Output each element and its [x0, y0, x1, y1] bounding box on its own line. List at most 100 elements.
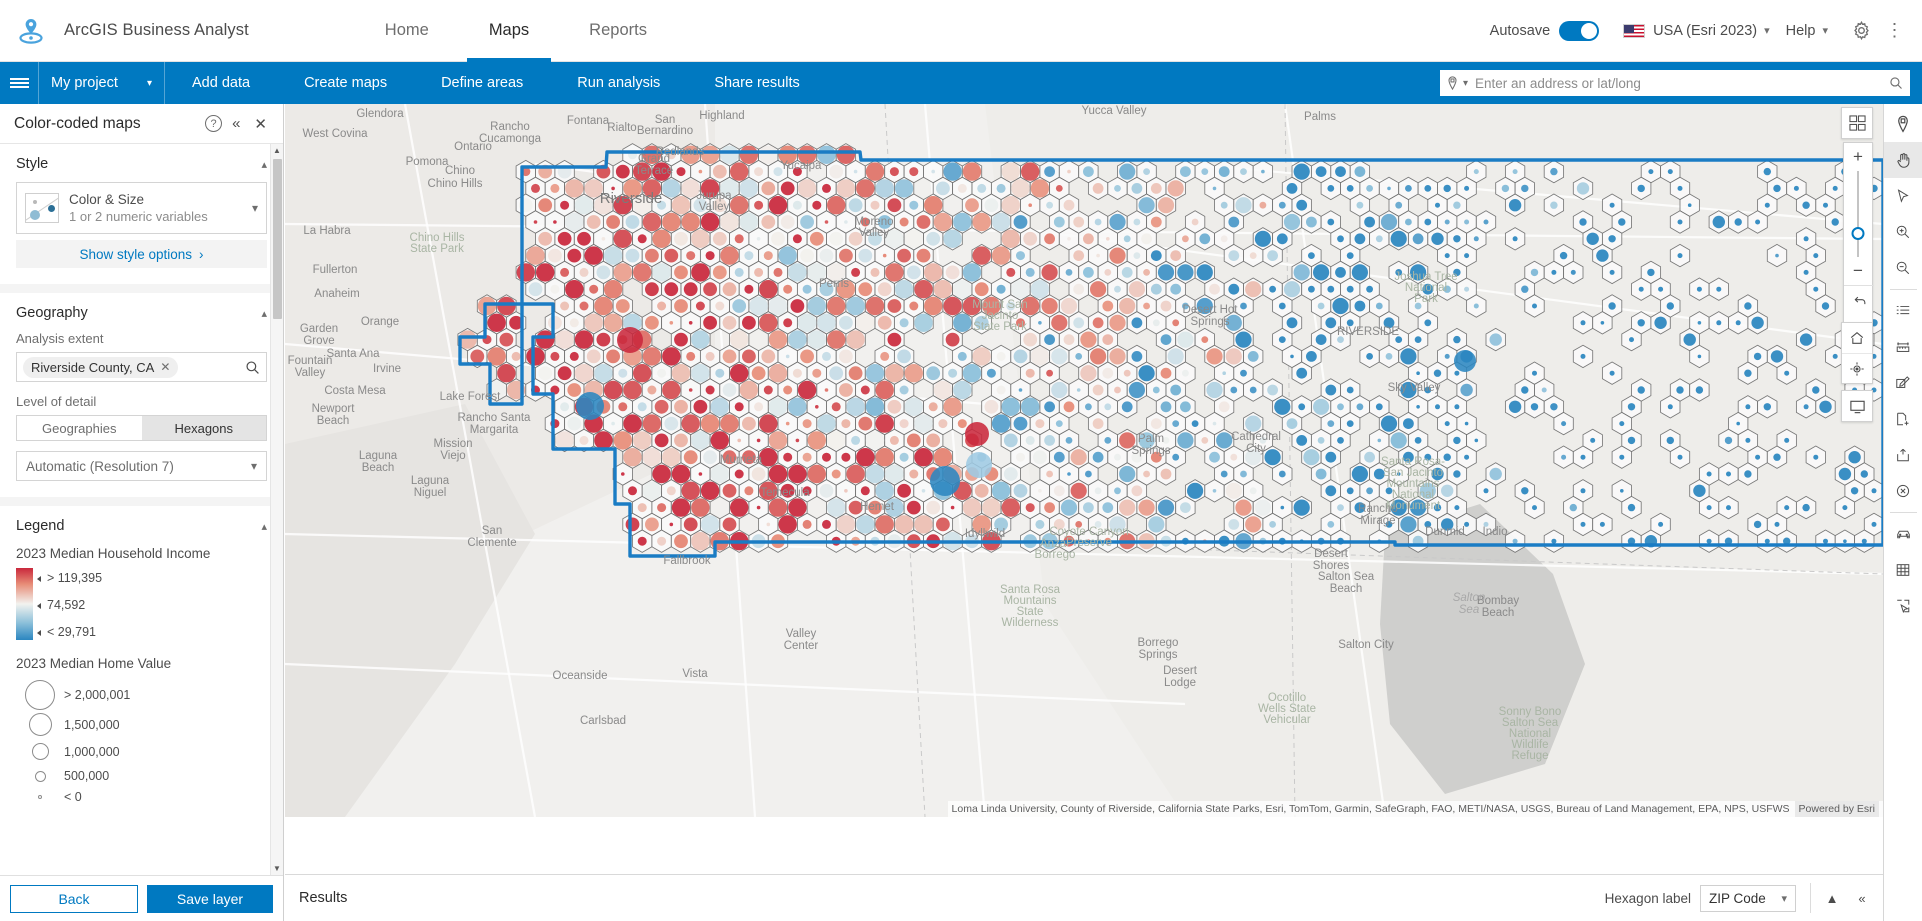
- close-icon[interactable]: ✕: [250, 115, 271, 133]
- zoom-slider-widget[interactable]: + −: [1843, 142, 1873, 346]
- share-export-icon[interactable]: [1884, 437, 1922, 473]
- home-extent-button[interactable]: [1841, 322, 1873, 384]
- chevron-down-icon-project: ▾: [147, 78, 152, 89]
- save-layer-button[interactable]: Save layer: [147, 885, 273, 913]
- magnifier-icon[interactable]: [1889, 76, 1903, 90]
- panel-scrollbar[interactable]: ▲ ▼: [270, 144, 283, 875]
- map-view[interactable]: GlendoraRanchoCucamongaFontanaRialtoSanB…: [285, 104, 1883, 817]
- collapse-left-icon[interactable]: «: [228, 115, 244, 132]
- chevron-down-icon-country[interactable]: ▾: [1764, 24, 1770, 37]
- map-label: Grand: [638, 153, 670, 165]
- basemap-gallery-button[interactable]: [1841, 107, 1873, 139]
- autosave-toggle[interactable]: [1559, 21, 1599, 41]
- map-label: Park: [1414, 293, 1438, 305]
- legend-size-row: 500,000: [16, 765, 267, 787]
- nav-item-reports[interactable]: Reports: [559, 0, 677, 62]
- size-swatch: [35, 771, 46, 782]
- select-arrow-icon[interactable]: [1884, 178, 1922, 214]
- subnav-add-data[interactable]: Add data: [165, 62, 277, 104]
- kebab-menu-icon[interactable]: ⋮: [1878, 14, 1912, 48]
- right-tool-rail: [1883, 104, 1922, 921]
- show-style-options-button[interactable]: Show style options ›: [16, 240, 267, 268]
- map-label: Borrego: [1035, 549, 1076, 561]
- screen-icon: [1842, 391, 1872, 421]
- map-label: Viejo: [440, 450, 465, 462]
- zoom-in-button[interactable]: +: [1844, 143, 1872, 171]
- zoom-track[interactable]: [1844, 171, 1872, 257]
- map-label: Murrieta: [720, 454, 762, 466]
- locate-icon[interactable]: [1842, 353, 1872, 383]
- map-label: Valley: [859, 227, 889, 239]
- chevron-down-icon-help[interactable]: ▾: [1822, 24, 1828, 37]
- pan-hand-icon[interactable]: [1884, 142, 1922, 178]
- map-label: Ontario: [454, 141, 492, 153]
- clear-icon[interactable]: [1884, 473, 1922, 509]
- analysis-extent-input[interactable]: Riverside County, CA ✕: [16, 352, 267, 382]
- zoom-out-button[interactable]: −: [1844, 257, 1872, 285]
- drive-time-icon[interactable]: [1884, 516, 1922, 552]
- search-extent-icon[interactable]: [245, 360, 260, 375]
- search-input[interactable]: [1473, 75, 1884, 92]
- level-of-detail-label: Level of detail: [16, 394, 267, 409]
- zoom-out-icon[interactable]: [1884, 250, 1922, 286]
- measure-icon[interactable]: [1884, 329, 1922, 365]
- subnav-share-results[interactable]: Share results: [687, 62, 826, 104]
- remove-chip-icon[interactable]: ✕: [160, 360, 170, 374]
- country-selector-label[interactable]: USA (Esri 2023): [1653, 23, 1757, 39]
- scrollbar-thumb[interactable]: [273, 159, 282, 319]
- scroll-down-arrow-icon[interactable]: ▼: [271, 862, 283, 875]
- chevron-up-icon-style[interactable]: ▴: [261, 158, 267, 171]
- subnav-define-areas[interactable]: Define areas: [414, 62, 550, 104]
- draw-edit-icon[interactable]: [1884, 365, 1922, 401]
- undo-icon[interactable]: [1844, 285, 1874, 315]
- resolution-select[interactable]: Automatic (Resolution 7) ▾: [16, 451, 267, 481]
- chevron-up-icon-legend[interactable]: ▴: [261, 520, 267, 533]
- question-circle-icon[interactable]: ?: [205, 115, 222, 132]
- map-label: Hemet: [860, 501, 894, 513]
- chevron-down-icon-search-type[interactable]: ▾: [1463, 78, 1468, 89]
- map-label: Lodge: [1164, 677, 1196, 689]
- chevron-down-icon-style-card[interactable]: ▾: [252, 201, 258, 215]
- select-region-icon[interactable]: [1884, 588, 1922, 624]
- add-layer-icon[interactable]: [1884, 401, 1922, 437]
- main-nav: Home Maps Reports: [355, 0, 677, 62]
- map-label: Vehicular: [1263, 714, 1310, 726]
- nav-item-maps[interactable]: Maps: [459, 0, 559, 62]
- fullscreen-button[interactable]: [1841, 390, 1873, 422]
- scroll-up-arrow-icon[interactable]: ▲: [271, 144, 283, 157]
- back-button[interactable]: Back: [10, 885, 138, 913]
- color-ramp-swatch: [16, 568, 33, 640]
- location-pin-icon[interactable]: [1447, 76, 1458, 90]
- style-card-subtitle: 1 or 2 numeric variables: [69, 209, 252, 224]
- map-label: State Park: [410, 243, 464, 255]
- segment-geographies[interactable]: Geographies: [17, 416, 142, 440]
- legend-list-icon[interactable]: [1884, 293, 1922, 329]
- segment-hexagons[interactable]: Hexagons: [142, 416, 267, 440]
- zoom-knob[interactable]: [1852, 227, 1865, 240]
- size-swatch: [32, 743, 49, 760]
- hexagon-label-select[interactable]: ZIP Code ▾: [1700, 885, 1796, 912]
- collapse-right-icon[interactable]: «: [1847, 883, 1877, 913]
- style-card[interactable]: Color & Size 1 or 2 numeric variables ▾: [16, 182, 267, 234]
- map-label: Terrace: [635, 165, 673, 177]
- autosave-label: Autosave: [1490, 23, 1550, 39]
- project-selector[interactable]: My project ▾: [39, 62, 164, 104]
- zoom-in-icon[interactable]: [1884, 214, 1922, 250]
- address-search-box[interactable]: ▾: [1440, 70, 1910, 96]
- table-grid-icon[interactable]: [1884, 552, 1922, 588]
- map-label: Palm: [1138, 433, 1164, 445]
- subnav-create-maps[interactable]: Create maps: [277, 62, 414, 104]
- map-label: Desert: [1314, 548, 1348, 560]
- nav-item-home[interactable]: Home: [355, 0, 459, 62]
- sub-nav-bar: My project ▾ Add data Create maps Define…: [0, 62, 1922, 104]
- gear-icon[interactable]: [1844, 14, 1878, 48]
- location-pin-icon[interactable]: [1884, 106, 1922, 142]
- chevron-up-icon-geography[interactable]: ▴: [261, 307, 267, 320]
- help-menu-label[interactable]: Help: [1786, 23, 1816, 39]
- chevron-up-icon-results[interactable]: ▲: [1817, 883, 1847, 913]
- hamburger-icon[interactable]: [0, 62, 38, 104]
- map-canvas[interactable]: [285, 104, 1883, 817]
- subnav-run-analysis[interactable]: Run analysis: [550, 62, 687, 104]
- brand-logo-icon[interactable]: [0, 0, 62, 62]
- map-label: Niguel: [414, 487, 447, 499]
